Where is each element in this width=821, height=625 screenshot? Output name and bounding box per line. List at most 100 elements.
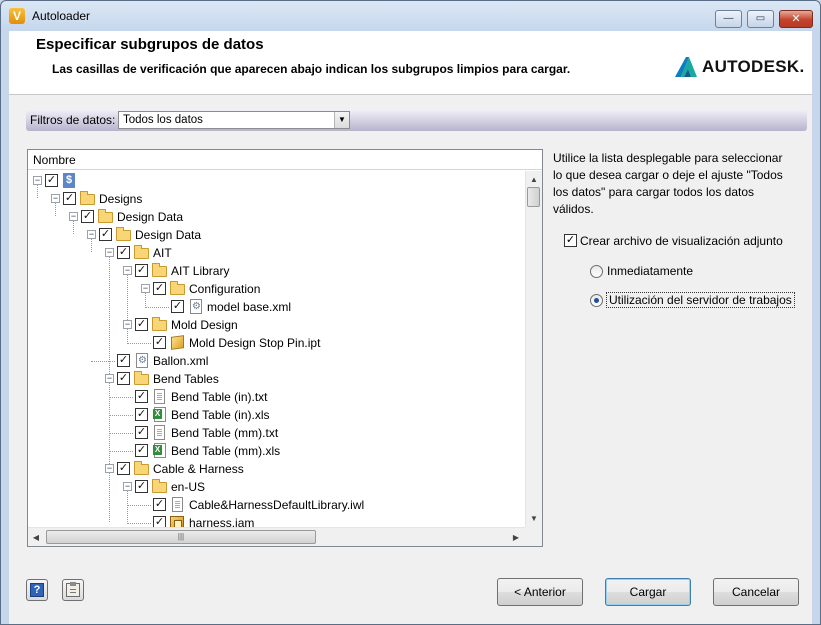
- tree-column-header[interactable]: Nombre: [28, 150, 542, 170]
- tree-horizontal-scrollbar[interactable]: ◀ ||| ▶: [28, 527, 525, 546]
- tree-item-checkbox[interactable]: ✓: [153, 282, 166, 295]
- tree-item-label[interactable]: Bend Table (in).xls: [171, 408, 270, 422]
- tree-item-checkbox[interactable]: ✓: [117, 246, 130, 259]
- tree-item-label[interactable]: Designs: [99, 192, 142, 206]
- tree-item-checkbox[interactable]: ✓: [45, 174, 58, 187]
- horizontal-scroll-thumb[interactable]: |||: [46, 530, 316, 544]
- tree-item-checkbox[interactable]: ✓: [135, 480, 148, 493]
- tree-item-label[interactable]: AIT: [153, 246, 172, 260]
- tree-item[interactable]: ✓ Cable&HarnessDefaultLibrary.iwl: [127, 496, 525, 514]
- scroll-down-icon[interactable]: ▼: [526, 510, 542, 527]
- tree-item-checkbox[interactable]: ✓: [135, 444, 148, 457]
- collapse-toggle-icon[interactable]: −: [123, 320, 132, 329]
- dataset-tree[interactable]: − ✓ $ − ✓ Designs − ✓ Design Data − ✓ Design Data − ✓…: [28, 171, 525, 527]
- collapse-toggle-icon[interactable]: −: [87, 230, 96, 239]
- radio-job-server[interactable]: [590, 294, 603, 307]
- tree-item[interactable]: − ✓ Design Data: [87, 226, 525, 244]
- tree-item-checkbox[interactable]: ✓: [135, 390, 148, 403]
- create-visualization-label[interactable]: Crear archivo de visualización adjunto: [580, 234, 783, 248]
- tree-item-checkbox[interactable]: ✓: [117, 354, 130, 367]
- collapse-toggle-icon[interactable]: −: [105, 248, 114, 257]
- cancel-button[interactable]: Cancelar: [713, 578, 799, 606]
- tree-item[interactable]: − ✓ Design Data: [69, 208, 525, 226]
- close-button[interactable]: ✕: [779, 10, 813, 28]
- tree-item[interactable]: − ✓ Mold Design: [123, 316, 525, 334]
- collapse-toggle-icon[interactable]: −: [105, 464, 114, 473]
- collapse-toggle-icon[interactable]: −: [105, 374, 114, 383]
- log-button[interactable]: [62, 579, 84, 601]
- minimize-button[interactable]: —: [715, 10, 742, 28]
- tree-item-checkbox[interactable]: ✓: [135, 318, 148, 331]
- tree-item-label[interactable]: harness.iam: [189, 516, 254, 527]
- collapse-toggle-icon[interactable]: −: [141, 284, 150, 293]
- tree-item-label[interactable]: Design Data: [117, 210, 183, 224]
- folder-icon: [152, 317, 167, 331]
- scroll-up-icon[interactable]: ▲: [526, 171, 542, 188]
- radio-job-server-label[interactable]: Utilización del servidor de trabajos: [606, 292, 795, 308]
- collapse-toggle-icon[interactable]: −: [123, 482, 132, 491]
- tree-item[interactable]: − ✓ $: [33, 172, 493, 190]
- tree-item[interactable]: ✓ model base.xml: [145, 298, 525, 316]
- app-icon: V: [9, 8, 25, 24]
- scroll-left-icon[interactable]: ◀: [28, 529, 44, 546]
- back-button[interactable]: < Anterior: [497, 578, 583, 606]
- tree-item[interactable]: ✓ harness.iam: [127, 514, 525, 527]
- tree-item-label[interactable]: Bend Tables: [153, 372, 219, 386]
- tree-item[interactable]: ✓ Bend Table (in).xls: [109, 406, 525, 424]
- radio-immediate-label[interactable]: Inmediatamente: [606, 264, 694, 278]
- tree-item-label[interactable]: Configuration: [189, 282, 260, 296]
- tree-item-label[interactable]: Bend Table (mm).xls: [171, 444, 280, 458]
- tree-item[interactable]: − ✓ Designs: [51, 190, 511, 208]
- tree-item-label[interactable]: Mold Design: [171, 318, 238, 332]
- collapse-toggle-icon[interactable]: −: [69, 212, 78, 221]
- title-bar[interactable]: V Autoloader — ▭ ✕: [1, 1, 820, 31]
- tree-item[interactable]: ✓ Bend Table (mm).xls: [109, 442, 525, 460]
- tree-item-checkbox[interactable]: ✓: [135, 264, 148, 277]
- tree-item-checkbox[interactable]: ✓: [135, 426, 148, 439]
- maximize-button[interactable]: ▭: [747, 10, 774, 28]
- radio-immediate[interactable]: [590, 265, 603, 278]
- tree-item[interactable]: ✓ Bend Table (mm).txt: [109, 424, 525, 442]
- tree-item[interactable]: − ✓ en-US: [123, 478, 525, 496]
- tree-item-checkbox[interactable]: ✓: [81, 210, 94, 223]
- tree-item-label[interactable]: Ballon.xml: [153, 354, 208, 368]
- create-visualization-checkbox[interactable]: ✓: [564, 234, 577, 247]
- tree-item-label[interactable]: Design Data: [135, 228, 201, 242]
- tree-item-label[interactable]: en-US: [171, 480, 205, 494]
- tree-item-checkbox[interactable]: ✓: [153, 498, 166, 511]
- tree-item-label[interactable]: Cable&HarnessDefaultLibrary.iwl: [189, 498, 364, 512]
- tree-vertical-scrollbar[interactable]: ▲ ▼: [525, 171, 542, 527]
- tree-item[interactable]: − ✓ AIT: [105, 244, 525, 262]
- tree-item-label[interactable]: model base.xml: [207, 300, 291, 314]
- tree-item[interactable]: − ✓ Bend Tables: [105, 370, 525, 388]
- tree-item[interactable]: ✓ Bend Table (in).txt: [109, 388, 525, 406]
- tree-item[interactable]: ✓ Ballon.xml: [91, 352, 525, 370]
- tree-item-checkbox[interactable]: ✓: [117, 462, 130, 475]
- tree-item-checkbox[interactable]: ✓: [153, 336, 166, 349]
- tree-item-label[interactable]: Bend Table (in).txt: [171, 390, 268, 404]
- collapse-toggle-icon[interactable]: −: [51, 194, 60, 203]
- tree-item-checkbox[interactable]: ✓: [153, 516, 166, 527]
- tree-item[interactable]: − ✓ Cable & Harness: [105, 460, 525, 478]
- scroll-right-icon[interactable]: ▶: [508, 529, 524, 546]
- help-button[interactable]: ?: [26, 579, 48, 601]
- tree-item-checkbox[interactable]: ✓: [171, 300, 184, 313]
- tree-item[interactable]: − ✓ AIT Library: [123, 262, 525, 280]
- text-file-icon: [172, 497, 183, 512]
- tree-item-label[interactable]: AIT Library: [171, 264, 229, 278]
- tree-item-label[interactable]: Cable & Harness: [153, 462, 244, 476]
- tree-item-checkbox[interactable]: ✓: [117, 372, 130, 385]
- tree-item-checkbox[interactable]: ✓: [99, 228, 112, 241]
- tree-item-label[interactable]: Mold Design Stop Pin.ipt: [189, 336, 320, 350]
- tree-item[interactable]: − ✓ Configuration: [141, 280, 525, 298]
- chevron-down-icon[interactable]: ▼: [334, 112, 349, 128]
- load-button[interactable]: Cargar: [605, 578, 691, 606]
- tree-item-label[interactable]: Bend Table (mm).txt: [171, 426, 278, 440]
- data-filter-dropdown[interactable]: Todos los datos ▼: [118, 111, 350, 129]
- collapse-toggle-icon[interactable]: −: [123, 266, 132, 275]
- tree-item[interactable]: ✓ Mold Design Stop Pin.ipt: [127, 334, 525, 352]
- tree-item-checkbox[interactable]: ✓: [135, 408, 148, 421]
- vertical-scroll-thumb[interactable]: [527, 187, 540, 207]
- collapse-toggle-icon[interactable]: −: [33, 176, 42, 185]
- tree-item-checkbox[interactable]: ✓: [63, 192, 76, 205]
